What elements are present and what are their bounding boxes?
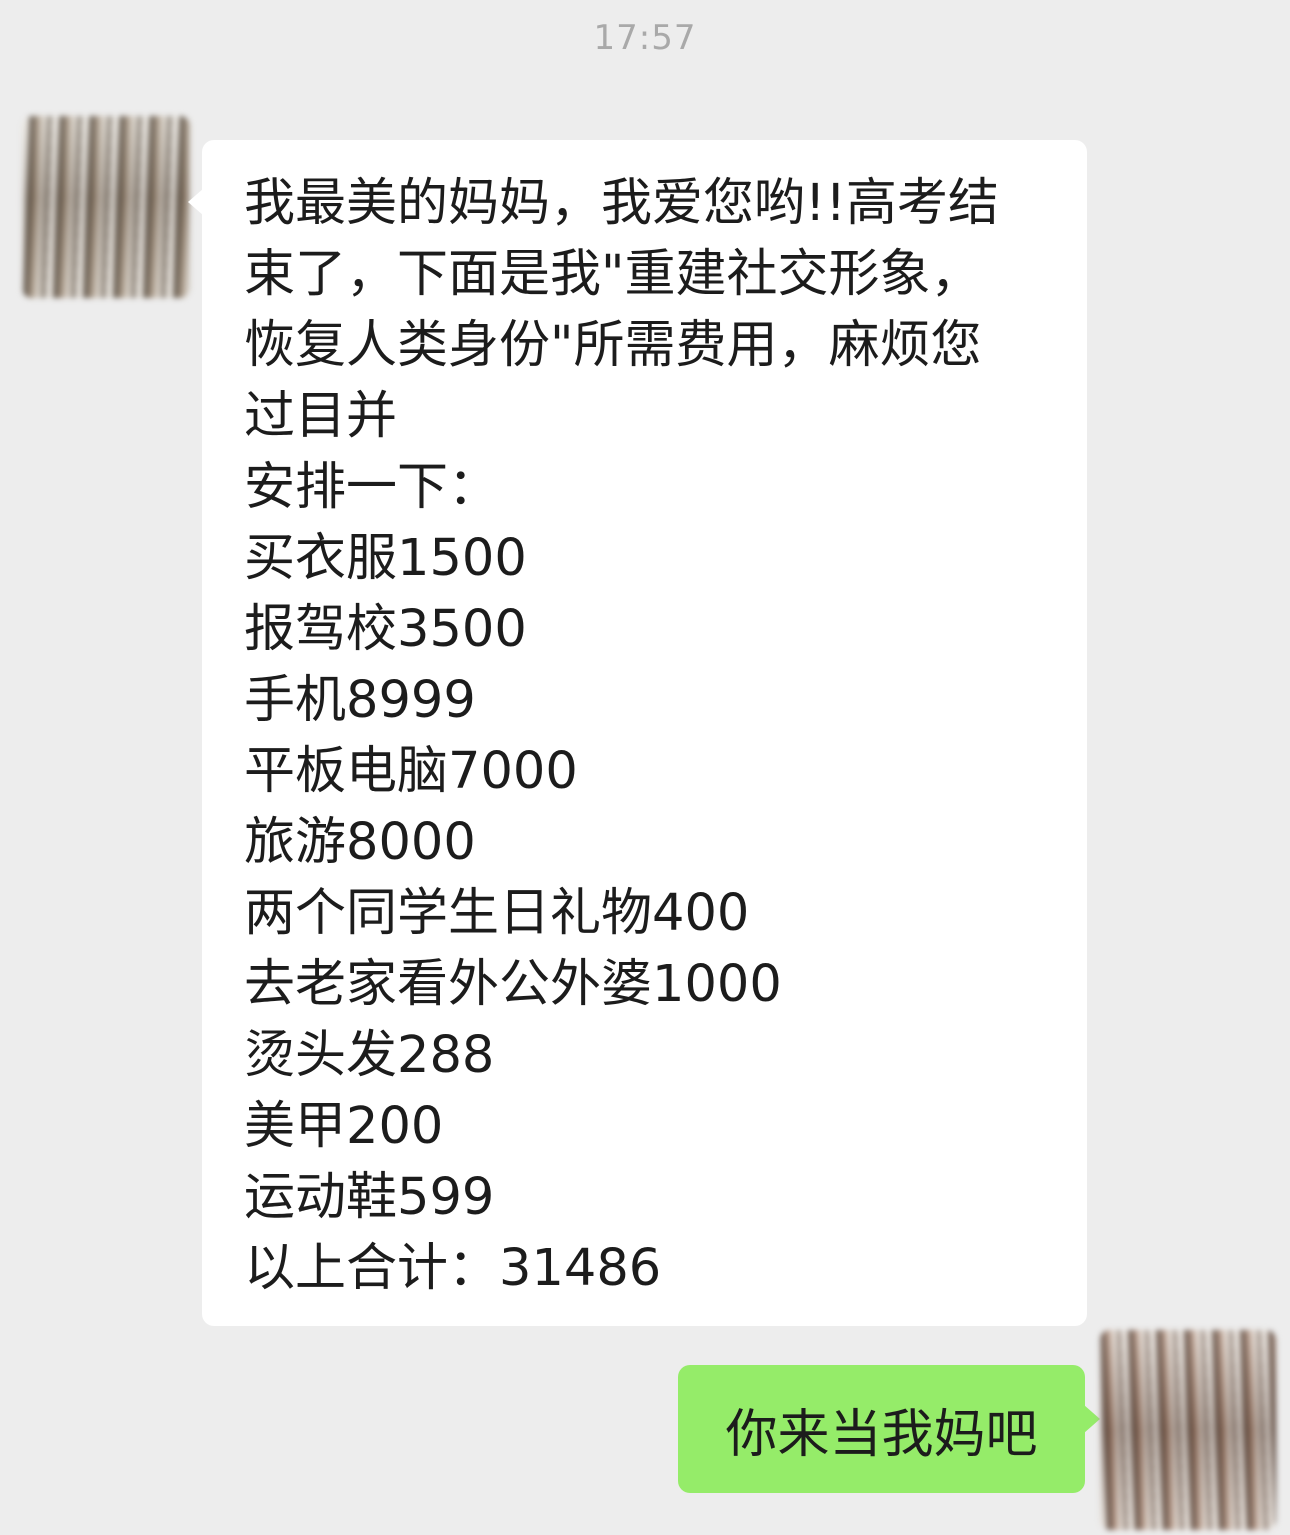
message-line: 两个同学生日礼物400 bbox=[244, 884, 750, 943]
sender-avatar[interactable] bbox=[22, 116, 190, 298]
message-line: 过目并 bbox=[244, 387, 398, 446]
message-line: 手机8999 bbox=[244, 671, 476, 730]
message-line: 运动鞋599 bbox=[244, 1168, 495, 1227]
message-line: 买衣服1500 bbox=[244, 529, 527, 588]
message-line: 报驾校3500 bbox=[244, 600, 527, 659]
message-line: 束了，下面是我"重建社交形象， bbox=[244, 245, 982, 304]
message-line: 安排一下： bbox=[244, 458, 500, 517]
message-line: 我最美的妈妈，我爱您哟!!高考结 bbox=[244, 174, 999, 233]
message-line: 烫头发288 bbox=[244, 1026, 495, 1085]
message-line: 平板电脑7000 bbox=[244, 742, 578, 801]
outgoing-message-bubble[interactable]: 你来当我妈吧 bbox=[678, 1365, 1100, 1493]
message-line: 去老家看外公外婆1000 bbox=[244, 955, 782, 1014]
message-line: 以上合计：31486 bbox=[244, 1239, 662, 1298]
reply-text: 你来当我妈吧 bbox=[725, 1404, 1038, 1465]
message-line: 美甲200 bbox=[244, 1097, 444, 1156]
self-avatar[interactable] bbox=[1100, 1330, 1276, 1530]
incoming-message-bubble[interactable]: 我最美的妈妈，我爱您哟!!高考结 束了，下面是我"重建社交形象， 恢复人类身份"… bbox=[188, 140, 1087, 1326]
message-line: 恢复人类身份"所需费用，麻烦您 bbox=[244, 316, 982, 375]
message-line: 旅游8000 bbox=[244, 813, 476, 872]
chat-timestamp: 17:57 bbox=[593, 18, 697, 58]
